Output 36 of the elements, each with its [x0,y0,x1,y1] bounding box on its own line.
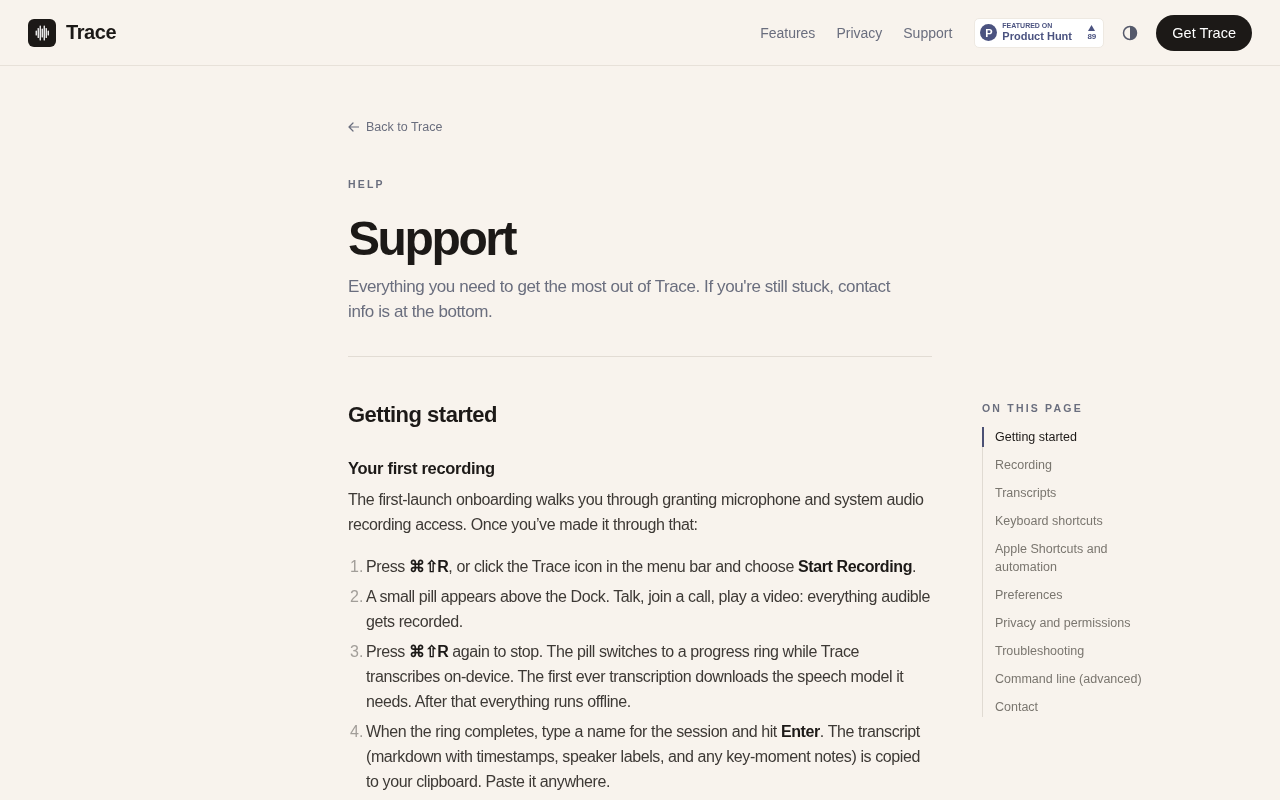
toc-title: ON THIS PAGE [982,401,1083,415]
badge-logo-mark: P [980,24,998,41]
toc-link[interactable]: Troubleshooting [983,641,1152,661]
page-title: Support [348,211,516,266]
toc-link[interactable]: Preferences [983,585,1152,605]
waveform-logo-icon [28,18,56,47]
step-number: 1. [349,557,365,577]
toc-link[interactable]: Transcripts [983,483,1152,503]
nav-link[interactable]: Features [760,22,816,43]
toc-link[interactable]: Getting started [982,427,1152,447]
toc-link[interactable]: Recording [983,455,1152,475]
step-text: Press ⌘⇧R again to stop. The pill switches to a progress ring while Trace transcribes on-device. The first ever transcription downloads the speech model it needs. After that everything runs offline. [366,642,905,712]
eyebrow-label: HELP [348,177,385,191]
nav-link[interactable]: Privacy [836,22,883,43]
step-number: 2. [349,587,365,607]
subsection-heading: Your first recording [348,458,496,479]
upvote-triangle-icon [1088,24,1096,31]
step-number: 4. [349,722,365,742]
toc-link[interactable]: Privacy and permissions [983,613,1152,633]
toc-link[interactable]: Command line (advanced) [983,669,1152,689]
toc-link[interactable]: Keyboard shortcuts [983,511,1152,531]
get-trace-button[interactable]: Get Trace [1156,14,1252,51]
contrast-icon[interactable] [1122,24,1139,41]
nav-link[interactable]: Support [903,22,953,43]
toc-link[interactable]: Apple Shortcuts and automation [983,539,1152,577]
home-link[interactable]: Trace [28,18,117,47]
step-text: Press ⌘⇧R, or click the Trace icon in the menu bar and choose Start Recording. [366,557,918,577]
step-text: When the ring completes, type a name for the session and hit Enter. The transcript (markdown with timestamps, speaker labels, and any key-moment notes) is copied to your clipboard. Paste it anywhere. [366,722,921,792]
section-heading: Getting started [348,401,498,429]
step-number: 3. [349,642,365,662]
step-text: A small pill appears above the Dock. Talk, join a call, play a video: everything audible gets recorded. [366,587,931,632]
intro-text: Everything you need to get the most out of Trace. If you're still stuck, contact info is at the bottom. [348,276,892,323]
toc-link[interactable]: Contact [983,697,1152,717]
arrow-left-icon [348,122,359,132]
body-paragraph: The first-launch onboarding walks you through granting microphone and system audio recording access. Once you’ve made it through that: [348,490,925,535]
back-link[interactable]: Back to Trace [348,119,443,135]
